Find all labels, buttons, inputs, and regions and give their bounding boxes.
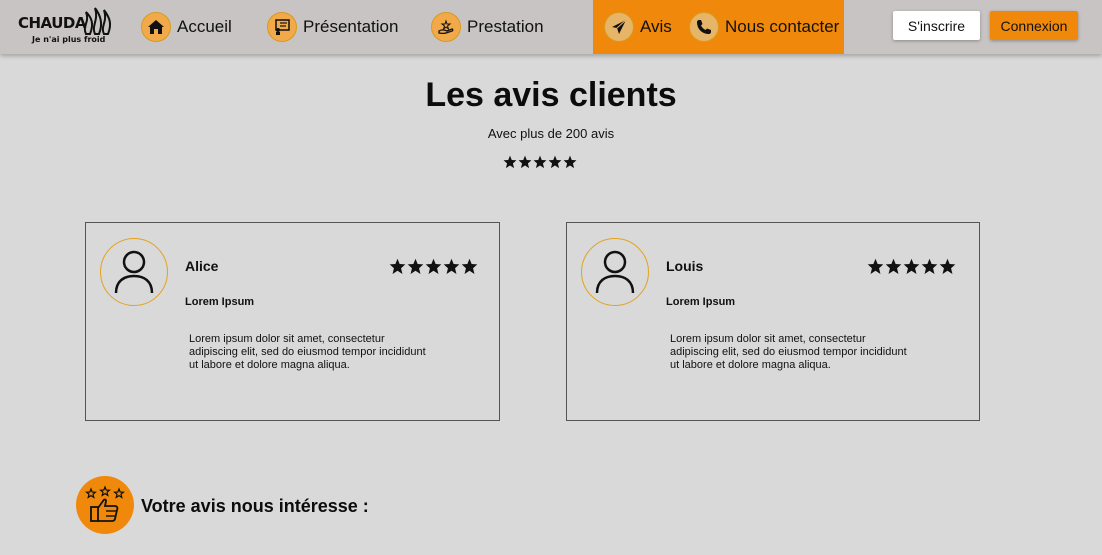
review-text: Lorem ipsum dolor sit amet, consectetur … (670, 333, 907, 371)
nav-item-presentation[interactable]: Présentation (267, 0, 398, 54)
review-card: Alice Lorem Ipsum Lorem ipsum dolor sit … (85, 222, 500, 421)
logo[interactable]: CHAUDA Je n'ai plus froid (18, 4, 114, 48)
star-icon (389, 258, 406, 274)
nav-label-accueil: Accueil (177, 17, 232, 36)
avatar (100, 238, 168, 306)
user-icon (114, 250, 154, 294)
signup-button[interactable]: S'inscrire (893, 11, 980, 40)
reviewer-name: Louis (666, 258, 704, 274)
review-rating-stars (389, 258, 478, 275)
logo-tagline: Je n'ai plus froid (32, 35, 106, 44)
flame-icon (83, 7, 112, 35)
star-icon (461, 258, 478, 274)
review-subtitle: Lorem Ipsum (185, 296, 255, 308)
star-icon (503, 155, 517, 169)
star-icon (563, 155, 577, 169)
star-icon (548, 155, 562, 169)
page-title: Les avis clients (425, 76, 677, 114)
navbar: CHAUDA Je n'ai plus froid Accueil Présen… (0, 0, 1102, 54)
star-icon (407, 258, 424, 274)
star-icon (867, 258, 884, 274)
header-rating-stars (503, 155, 577, 169)
review-rating-stars (867, 258, 956, 275)
cta-heading: Votre avis nous intéresse : (141, 496, 369, 516)
presentation-icon (267, 12, 297, 42)
nav-label-presentation: Présentation (303, 17, 399, 36)
phone-icon (689, 12, 719, 42)
star-icon (921, 258, 938, 274)
review-card: Louis Lorem Ipsum Lorem ipsum dolor sit … (566, 222, 980, 421)
nav-label-avis: Avis (640, 17, 672, 36)
review-text: Lorem ipsum dolor sit amet, consectetur … (189, 333, 426, 371)
nav-item-contact[interactable]: Nous contacter (689, 0, 839, 54)
star-icon (443, 258, 460, 274)
reviewer-name: Alice (185, 258, 219, 274)
star-icon (939, 258, 956, 274)
page-subtitle: Avec plus de 200 avis (487, 126, 615, 141)
star-icon (533, 155, 547, 169)
nav-item-avis[interactable]: Avis (604, 0, 672, 54)
logo-brand: CHAUDA (18, 14, 86, 32)
star-icon (518, 155, 532, 169)
nav-label-prestation: Prestation (467, 17, 544, 36)
home-icon (141, 12, 171, 42)
star-icon (425, 258, 442, 274)
service-hand-icon (431, 12, 461, 42)
thumbs-up-stars-icon (76, 476, 134, 534)
login-button[interactable]: Connexion (990, 11, 1078, 40)
avatar (581, 238, 649, 306)
review-subtitle: Lorem Ipsum (666, 296, 736, 308)
star-icon (903, 258, 920, 274)
nav-label-contact: Nous contacter (725, 17, 840, 36)
star-icon (885, 258, 902, 274)
paper-plane-icon (604, 12, 634, 42)
nav-item-accueil[interactable]: Accueil (141, 0, 232, 54)
user-icon (595, 250, 635, 294)
nav-item-prestation[interactable]: Prestation (431, 0, 544, 54)
